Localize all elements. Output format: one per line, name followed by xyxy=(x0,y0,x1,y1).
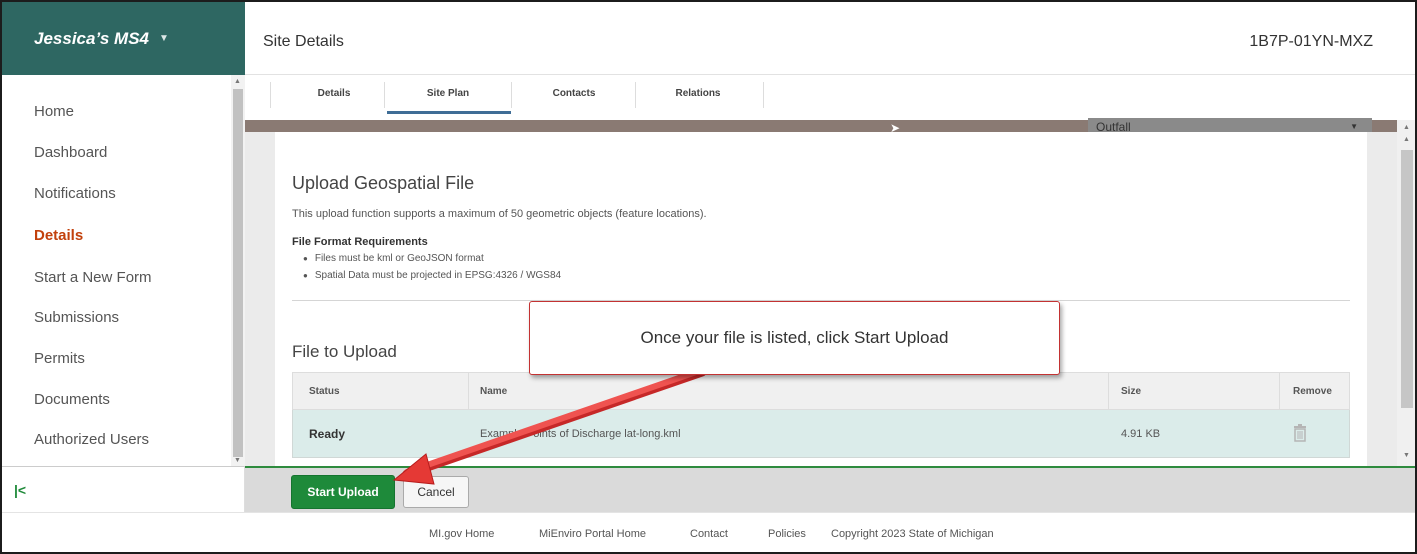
sidebar-item-permits[interactable]: Permits xyxy=(34,350,85,367)
main-scroll-thumb[interactable] xyxy=(1401,150,1413,408)
sidebar-scrollbar[interactable]: ▲ ▼ xyxy=(231,75,245,466)
list-item: ● Files must be kml or GeoJSON format xyxy=(303,253,561,270)
file-name: Example Points of Discharge lat-long.kml xyxy=(480,428,681,440)
scroll-down-icon[interactable]: ▼ xyxy=(234,457,241,464)
page-title: Site Details xyxy=(263,33,344,50)
file-to-upload-heading: File to Upload xyxy=(292,342,397,361)
scroll-up-icon[interactable]: ▲ xyxy=(234,78,241,85)
cancel-button[interactable]: Cancel xyxy=(403,476,469,508)
list-item: ● Spatial Data must be projected in EPSG:… xyxy=(303,270,561,287)
sidebar-item-home[interactable]: Home xyxy=(34,103,74,120)
bullet-icon: ● xyxy=(303,254,308,263)
footer-link-contact[interactable]: Contact xyxy=(690,528,728,540)
requirement-text: Files must be kml or GeoJSON format xyxy=(314,253,484,264)
chevron-down-icon: ▼ xyxy=(159,33,169,44)
footer-link-policies[interactable]: Policies xyxy=(768,528,806,540)
instruction-callout: Once your file is listed, click Start Up… xyxy=(529,301,1060,375)
account-name: Jessica’s MS4 xyxy=(34,28,149,48)
sidebar-footer: |< xyxy=(2,466,245,512)
sidebar-item-documents[interactable]: Documents xyxy=(34,391,110,408)
column-header-status: Status xyxy=(309,386,340,397)
column-divider xyxy=(1279,373,1280,411)
footer-link-mienviro-portal-home[interactable]: MiEnviro Portal Home xyxy=(539,528,646,540)
table-header: Status Name Size Remove xyxy=(292,372,1350,411)
collapse-sidebar-icon[interactable]: |< xyxy=(14,482,26,498)
trash-icon[interactable] xyxy=(1293,424,1307,442)
account-switcher[interactable]: Jessica’s MS4 ▼ xyxy=(2,2,245,75)
main-scrollbar[interactable]: ▲ ▲ ▼ xyxy=(1397,120,1415,466)
upload-panel-area: Upload Geospatial File This upload funct… xyxy=(245,132,1397,466)
sidebar-nav: Home Dashboard Notifications Details Sta… xyxy=(2,75,245,466)
sidebar-item-submissions[interactable]: Submissions xyxy=(34,309,119,326)
app-window: Jessica’s MS4 ▼ Home Dashboard Notificat… xyxy=(0,0,1417,554)
tab-bar: Details Site Plan Contacts Relations xyxy=(245,75,1415,120)
tab-relations[interactable]: Relations xyxy=(635,88,761,99)
column-header-size: Size xyxy=(1121,386,1142,397)
upload-heading: Upload Geospatial File xyxy=(292,173,475,193)
sidebar-scroll-thumb[interactable] xyxy=(233,89,243,457)
file-size: 4.91 KB xyxy=(1121,428,1161,440)
table-row: Ready Example Points of Discharge lat-lo… xyxy=(292,410,1350,458)
sidebar-item-notifications[interactable]: Notifications xyxy=(34,185,116,202)
upload-card: Upload Geospatial File This upload funct… xyxy=(275,132,1367,466)
callout-text: Once your file is listed, click Start Up… xyxy=(640,328,949,347)
site-id: 1B7P-01YN-MXZ xyxy=(1249,33,1373,50)
scroll-up-icon[interactable]: ▲ xyxy=(1403,136,1410,143)
scroll-down-icon[interactable]: ▼ xyxy=(1403,452,1410,459)
footer-copyright: Copyright 2023 State of Michigan xyxy=(831,528,994,540)
active-tab-indicator xyxy=(387,111,511,114)
column-header-name: Name xyxy=(480,386,508,397)
map-layer-select[interactable]: Outfall ▼ xyxy=(1088,118,1372,134)
tab-site-plan[interactable]: Site Plan xyxy=(385,88,511,99)
tab-divider xyxy=(763,82,764,108)
footer-link-mi-gov-home[interactable]: MI.gov Home xyxy=(429,528,494,540)
column-header-remove: Remove xyxy=(1293,386,1332,397)
sidebar-item-details[interactable]: Details xyxy=(34,227,83,244)
bullet-icon: ● xyxy=(303,271,308,280)
page-footer: MI.gov Home MiEnviro Portal Home Contact… xyxy=(2,512,1415,552)
sidebar-item-dashboard[interactable]: Dashboard xyxy=(34,144,107,161)
tab-details[interactable]: Details xyxy=(271,88,397,99)
column-divider xyxy=(468,373,469,411)
upload-table: Status Name Size Remove Ready Example Po… xyxy=(292,372,1350,458)
sidebar-item-authorized-users[interactable]: Authorized Users xyxy=(34,431,149,448)
column-divider xyxy=(1108,373,1109,411)
start-upload-button[interactable]: Start Upload xyxy=(291,475,395,509)
upload-action-bar: Start Upload Cancel xyxy=(245,466,1415,512)
sidebar-item-start-new-form[interactable]: Start a New Form xyxy=(34,269,152,286)
requirements-title: File Format Requirements xyxy=(292,236,428,248)
page-header: Site Details 1B7P-01YN-MXZ xyxy=(245,2,1415,75)
requirements-list: ● Files must be kml or GeoJSON format ● Sp… xyxy=(303,253,561,287)
upload-description: This upload function supports a maximum … xyxy=(292,208,707,220)
requirement-text: Spatial Data must be projected in EPSG:4… xyxy=(314,270,562,281)
scroll-up-icon[interactable]: ▲ xyxy=(1403,124,1410,131)
tab-contacts[interactable]: Contacts xyxy=(511,88,637,99)
file-status: Ready xyxy=(309,427,346,441)
